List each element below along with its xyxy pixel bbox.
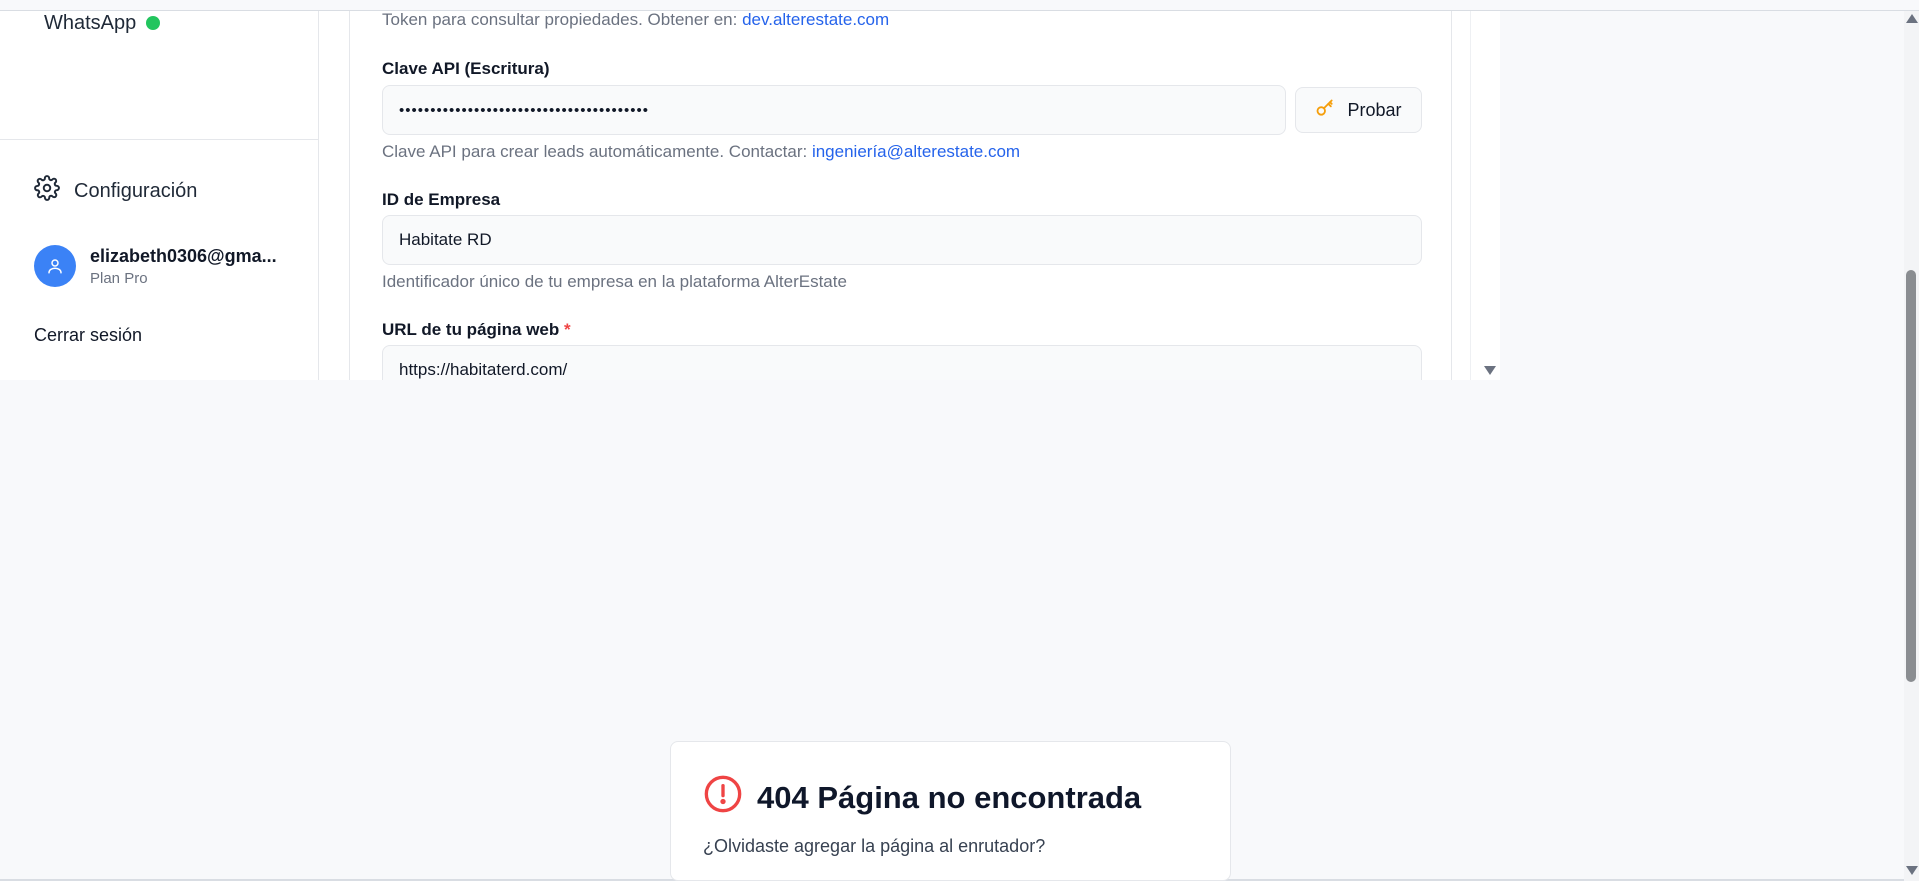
embedded-app-frame: WhatsApp Configuración elizabeth0306@gma… <box>0 11 1500 380</box>
sidebar-item-whatsapp[interactable]: WhatsApp <box>44 11 161 35</box>
alert-circle-icon <box>703 774 743 822</box>
sidebar-item-label: Configuración <box>74 179 198 202</box>
scroll-down-arrow-icon[interactable] <box>1484 366 1496 375</box>
not-found-card: 404 Página no encontrada ¿Olvidaste agre… <box>670 741 1231 881</box>
gear-icon <box>34 175 60 207</box>
logout-button[interactable]: Cerrar sesión <box>34 325 142 346</box>
token-help: Token para consultar propiedades. Obtene… <box>382 11 889 30</box>
scroll-up-arrow-icon[interactable] <box>1906 14 1918 23</box>
token-help-link[interactable]: dev.alterestate.com <box>742 11 889 29</box>
sidebar-item-configuracion[interactable]: Configuración <box>34 174 197 208</box>
page-scrollbar-thumb[interactable] <box>1906 270 1916 682</box>
key-icon <box>1315 98 1335 123</box>
api-key-help-link[interactable]: ingeniería@alterestate.com <box>812 142 1020 161</box>
api-key-help-text: Clave API para crear leads automáticamen… <box>382 142 808 161</box>
website-url-label: URL de tu página web * <box>382 320 571 340</box>
user-email: elizabeth0306@gma... <box>90 245 277 266</box>
api-key-help: Clave API para crear leads automáticamen… <box>382 142 1020 162</box>
settings-form: Token para consultar propiedades. Obtene… <box>349 11 1452 380</box>
sidebar: WhatsApp Configuración elizabeth0306@gma… <box>0 11 319 380</box>
not-found-heading: 404 Página no encontrada <box>703 774 1141 822</box>
company-id-label: ID de Empresa <box>382 190 501 209</box>
online-status-dot <box>146 16 161 30</box>
company-id-input[interactable]: Habitate RD <box>382 215 1422 265</box>
test-button-label: Probar <box>1347 99 1402 120</box>
not-found-title: 404 Página no encontrada <box>757 780 1142 815</box>
user-plan: Plan Pro <box>90 269 148 287</box>
token-help-text: Token para consultar propiedades. Obtene… <box>382 11 738 29</box>
sidebar-divider <box>0 139 318 140</box>
user-profile[interactable]: elizabeth0306@gma... Plan Pro <box>34 245 277 287</box>
website-url-label-text: URL de tu página web <box>382 320 560 339</box>
test-api-key-button[interactable]: Probar <box>1295 87 1422 133</box>
required-mark: * <box>564 320 571 339</box>
not-found-subtitle: ¿Olvidaste agregar la página al enrutado… <box>703 836 1046 856</box>
scroll-down-arrow-icon[interactable] <box>1906 866 1918 875</box>
company-id-help: Identificador único de tu empresa en la … <box>382 272 847 291</box>
website-url-input[interactable]: https://habitaterd.com/ <box>382 345 1422 380</box>
api-key-label: Clave API (Escritura) <box>382 59 550 78</box>
avatar <box>34 245 76 287</box>
api-key-input[interactable]: •••••••••••••••••••••••••••••••••••••••• <box>382 85 1286 135</box>
sidebar-item-label: WhatsApp <box>44 11 137 34</box>
inner-scrollbar[interactable] <box>1470 11 1500 380</box>
user-icon <box>48 259 62 274</box>
